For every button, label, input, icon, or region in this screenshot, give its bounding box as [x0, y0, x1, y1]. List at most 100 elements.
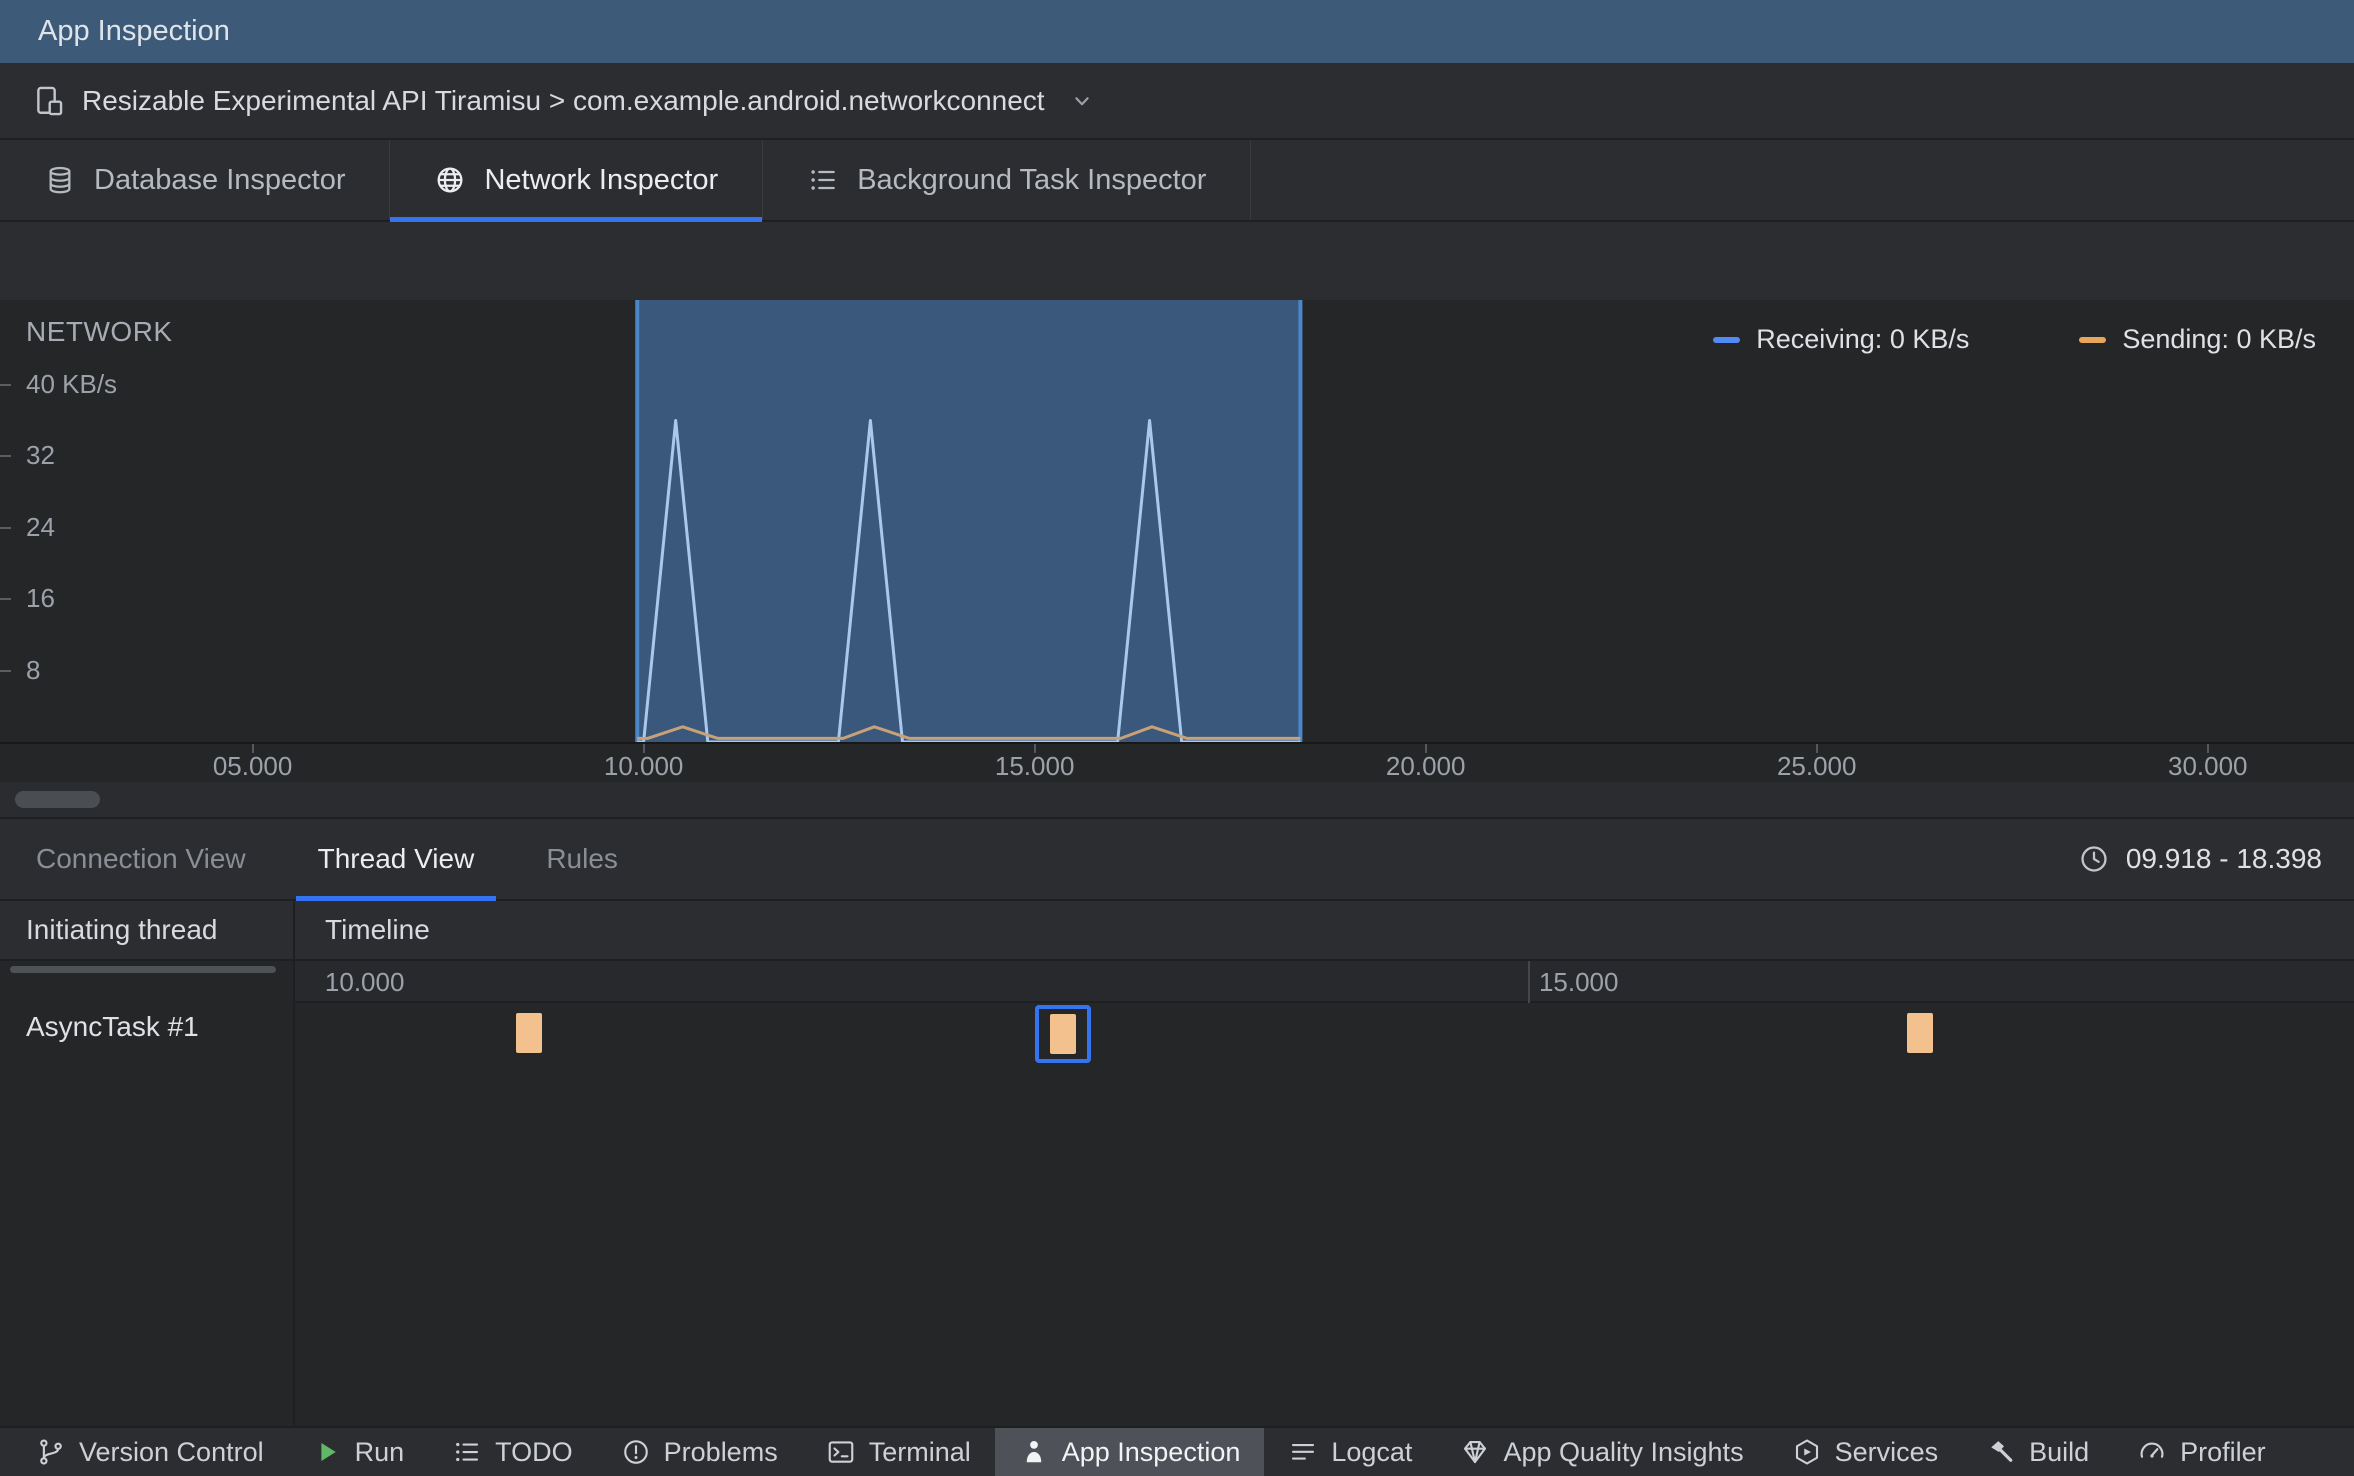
toolwindow-label: Problems: [663, 1436, 778, 1467]
selected-range-label: 09.918 - 18.398: [2125, 843, 2322, 874]
toolwindow-terminal[interactable]: Terminal: [802, 1428, 995, 1476]
panel-title: App Inspection: [38, 15, 230, 47]
tab-network-inspector[interactable]: Network Inspector: [390, 140, 764, 222]
toolwindow-run[interactable]: Run: [288, 1428, 429, 1476]
selection-handle-left[interactable]: [635, 300, 640, 742]
globe-icon: [438, 167, 463, 193]
toolwindow-label: Run: [354, 1436, 405, 1467]
toolwindow-label: App Quality Insights: [1503, 1436, 1744, 1467]
y-axis-tick: [0, 598, 11, 601]
chart-time-axis: 05.000 10.000 15.000 20.000 25.000 30.000: [0, 742, 2354, 782]
tab-database-inspector[interactable]: Database Inspector: [0, 140, 391, 220]
timeline-gridline: [1527, 961, 1530, 1003]
thread-table-header: Initiating thread Timeline: [0, 901, 2354, 961]
network-event-block[interactable]: [515, 1013, 542, 1053]
toolwindow-label: TODO: [495, 1436, 573, 1467]
toolwindow-version-control[interactable]: Version Control: [12, 1428, 288, 1476]
problems-icon: [623, 1440, 648, 1464]
play-icon: [320, 1443, 336, 1461]
process-label: Resizable Experimental API Tiramisu > co…: [82, 84, 1045, 116]
view-tab-rules[interactable]: Rules: [510, 819, 654, 899]
y-axis-tick: [0, 383, 11, 386]
timeline-panel: 10.000 15.000: [295, 961, 2354, 1426]
toolwindow-app-inspection[interactable]: App Inspection: [994, 1428, 1265, 1476]
legend-item: Sending: 0 KB/s: [2079, 324, 2316, 355]
selection-handle-right[interactable]: [1298, 300, 1303, 742]
tab-background-task-inspector[interactable]: Background Task Inspector: [763, 140, 1252, 220]
legend-label: Receiving: 0 KB/s: [1756, 324, 1970, 354]
toolwindow-logcat[interactable]: Logcat: [1264, 1428, 1436, 1476]
thread-column: AsyncTask #1: [0, 961, 295, 1426]
network-event-block[interactable]: [1049, 1014, 1076, 1054]
tab-label: Database Inspector: [94, 163, 346, 196]
thread-table-body: AsyncTask #1 10.000 15.000: [0, 961, 2354, 1426]
terminal-icon: [828, 1441, 854, 1463]
tab-label: Network Inspector: [484, 163, 719, 196]
y-axis-label: 16: [26, 583, 55, 614]
chart-scrollbar-thumb[interactable]: [15, 791, 100, 808]
toolwindow-label: Profiler: [2180, 1436, 2266, 1467]
services-icon: [1795, 1439, 1818, 1465]
view-tab-thread-view[interactable]: Thread View: [282, 819, 511, 901]
thread-timeline-row: [295, 1005, 2354, 1067]
toolwindow-label: App Inspection: [1061, 1436, 1241, 1467]
column-header-initiating-thread[interactable]: Initiating thread: [0, 901, 295, 959]
tab-label: Background Task Inspector: [857, 163, 1207, 196]
y-axis-label: 8: [26, 654, 41, 685]
x-axis-label: 15.000: [994, 751, 1075, 781]
checklist-icon: [811, 170, 835, 190]
inspector-icon: [1026, 1441, 1041, 1463]
thread-name: AsyncTask #1: [26, 1011, 199, 1042]
toolwindow-build[interactable]: Build: [1962, 1428, 2113, 1476]
toolwindow-services[interactable]: Services: [1768, 1428, 1963, 1476]
y-axis-label: 32: [26, 440, 55, 471]
view-tab-label: Connection View: [36, 843, 246, 874]
chart-title: NETWORK: [26, 316, 173, 347]
toolwindow-todo[interactable]: TODO: [428, 1428, 597, 1476]
toolwindow-problems[interactable]: Problems: [597, 1428, 802, 1476]
legend-swatch: [2079, 336, 2107, 343]
toolwindow-label: Services: [1834, 1436, 1939, 1467]
app-inspection-window: App Inspection Resizable Experimental AP…: [0, 0, 2354, 1476]
y-axis-tick: [0, 669, 11, 672]
inspector-toolbar: [0, 222, 2354, 300]
view-tab-label: Rules: [546, 843, 618, 874]
toolwindow-app-quality-insights[interactable]: App Quality Insights: [1436, 1428, 1767, 1476]
legend-swatch: [1713, 336, 1741, 343]
chart-scrollbar-track: [0, 782, 2354, 817]
timeline-scale-label: 15.000: [1538, 967, 1619, 997]
chart-selection-region[interactable]: [637, 300, 1301, 742]
view-tab-bar: Connection View Thread View Rules 09.918 -…: [0, 819, 2354, 901]
process-selector[interactable]: Resizable Experimental API Tiramisu > co…: [0, 63, 2354, 140]
column-header-timeline[interactable]: Timeline: [295, 901, 2354, 959]
legend-label: Sending: 0 KB/s: [2122, 324, 2316, 354]
x-axis-label: 30.000: [2167, 751, 2248, 781]
network-usage-chart[interactable]: [0, 300, 2354, 742]
x-axis-label: 25.000: [1776, 751, 1857, 781]
logcat-icon: [1292, 1443, 1315, 1460]
clock-icon: [2081, 846, 2107, 872]
network-chart-area: NETWORK Receiving: 0 KB/s Sending: 0 KB/s…: [0, 300, 2354, 742]
device-icon: [37, 86, 63, 115]
gem-icon: [1464, 1440, 1487, 1464]
network-event-selected[interactable]: [1034, 1005, 1091, 1063]
network-event-block[interactable]: [1906, 1013, 1933, 1053]
panel-header: App Inspection: [0, 0, 2354, 63]
tool-window-bar: Version Control Run TODO Problems Terminal Ap…: [0, 1426, 2354, 1476]
toolwindow-label: Build: [2029, 1436, 2090, 1467]
y-axis-label: 40 KB/s: [26, 368, 118, 399]
selected-time-range: 09.918 - 18.398: [2078, 819, 2322, 899]
process-dropdown-chevron[interactable]: [1067, 86, 1097, 116]
view-tab-connection-view[interactable]: Connection View: [0, 819, 282, 899]
x-axis-label: 10.000: [603, 751, 684, 781]
database-icon: [49, 166, 71, 194]
toolwindow-label: Version Control: [79, 1436, 264, 1467]
profiler-icon: [2140, 1442, 2164, 1458]
hammer-icon: [1991, 1441, 2013, 1462]
branch-icon: [40, 1439, 62, 1465]
y-axis-tick: [0, 526, 11, 529]
thread-column-scrollbar[interactable]: [10, 966, 276, 973]
timeline-scale: 10.000 15.000: [295, 961, 2354, 1003]
toolwindow-profiler[interactable]: Profiler: [2113, 1428, 2290, 1476]
chevron-down-icon: [1074, 96, 1089, 105]
